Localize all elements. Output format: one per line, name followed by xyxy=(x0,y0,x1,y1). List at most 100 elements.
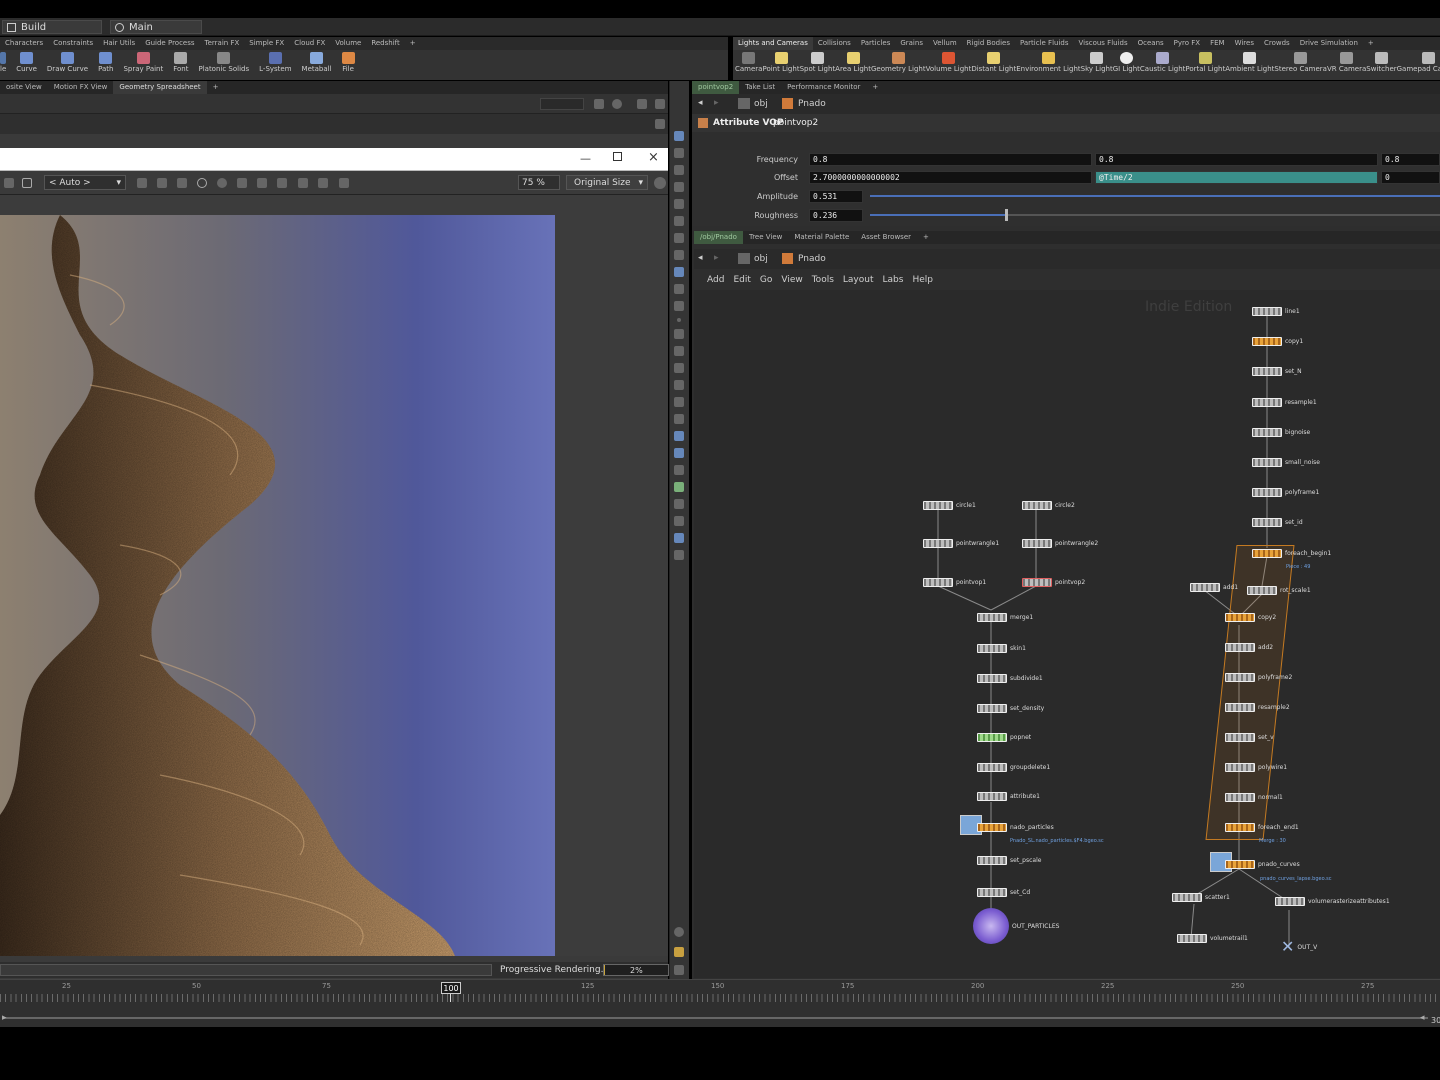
menu-view[interactable]: View xyxy=(781,275,802,285)
tool-icon[interactable] xyxy=(674,284,684,294)
node-rot-scale1[interactable]: rot_scale1 xyxy=(1247,585,1311,595)
pane-dropdown[interactable] xyxy=(540,98,584,110)
node-nado-particles[interactable]: nado_particles xyxy=(977,822,1054,832)
tab-geometry-spreadsheet[interactable]: Geometry Spreadsheet xyxy=(113,81,207,94)
tool-button[interactable]: Stereo Camera xyxy=(1274,50,1327,73)
offset-z-field[interactable]: 0 xyxy=(1381,171,1440,184)
tool-button[interactable]: Switcher xyxy=(1366,50,1397,73)
shelf-tab[interactable]: Collisions xyxy=(813,37,856,50)
node-resample1[interactable]: resample1 xyxy=(1252,397,1317,407)
tool-button[interactable]: Platonic Solids xyxy=(198,50,249,73)
path-root[interactable]: obj xyxy=(754,254,768,264)
shelf-tab[interactable]: Crowds xyxy=(1259,37,1295,50)
node-set-pscale[interactable]: set_pscale xyxy=(977,855,1041,865)
node-polywire1[interactable]: polywire1 xyxy=(1225,762,1287,772)
shelf-tab[interactable]: Oceans xyxy=(1133,37,1169,50)
tool-icon[interactable] xyxy=(674,465,684,475)
size-selector[interactable]: Original Size ▾ xyxy=(566,175,648,190)
tool-button[interactable]: Portal Light xyxy=(1185,50,1225,73)
maximize-icon[interactable] xyxy=(655,99,665,109)
tool-icon[interactable] xyxy=(674,516,684,526)
tool-icon[interactable] xyxy=(674,482,684,492)
node-volumerasterizeattributes1[interactable]: volumerasterizeattributes1 xyxy=(1275,896,1390,906)
light-tool-icon[interactable] xyxy=(674,250,684,260)
frequency-x-field[interactable]: 0.8 xyxy=(809,153,1092,166)
node-name-field[interactable]: pointvop2 xyxy=(773,118,818,128)
tool-button[interactable]: File xyxy=(341,50,355,73)
tool-button[interactable]: Volume Light xyxy=(926,50,971,73)
node-set-id[interactable]: set_id xyxy=(1252,517,1303,527)
network-editor[interactable]: Indie Edition line1 copy1 set_N resample… xyxy=(694,290,1440,978)
tab-take-list[interactable]: Take List xyxy=(739,81,781,94)
tool-button[interactable]: le xyxy=(0,50,6,73)
node-attribute1[interactable]: attribute1 xyxy=(977,791,1040,801)
node-resample2[interactable]: resample2 xyxy=(1225,702,1290,712)
node-pnado-curves[interactable]: pnado_curves xyxy=(1225,859,1300,869)
tool-button[interactable]: VR Camera xyxy=(1327,50,1366,73)
node-pointwrangle1[interactable]: pointwrangle1 xyxy=(923,538,999,548)
shelf-tab[interactable]: Volume xyxy=(330,37,366,50)
node-skin1[interactable]: skin1 xyxy=(977,643,1026,653)
shelf-tab[interactable]: Vellum xyxy=(928,37,962,50)
tool-button[interactable]: Environment Light xyxy=(1016,50,1081,73)
tool-button[interactable]: Gamepad Camera xyxy=(1397,50,1440,73)
amplitude-field[interactable]: 0.531 xyxy=(809,190,863,203)
node-volumetrail1[interactable]: volumetrail1 xyxy=(1177,933,1248,943)
add-snapshot-icon[interactable] xyxy=(318,178,328,188)
minimize-icon[interactable]: — xyxy=(580,152,591,165)
tool-button[interactable]: Point Light xyxy=(762,50,800,73)
add-shelf-tab-button[interactable]: + xyxy=(1363,37,1379,50)
tool-button[interactable]: Sky Light xyxy=(1081,50,1113,73)
options-icon[interactable] xyxy=(655,119,665,129)
tool-icon[interactable] xyxy=(674,380,684,390)
shelf-tab[interactable]: Cloud FX xyxy=(289,37,330,50)
tool-button[interactable]: Font xyxy=(173,50,188,73)
info-icon[interactable] xyxy=(674,927,684,937)
light-tool-icon[interactable] xyxy=(674,233,684,243)
menu-help[interactable]: Help xyxy=(912,275,933,285)
tab-motion-fx-view[interactable]: Motion FX View xyxy=(48,81,114,94)
playhead[interactable] xyxy=(450,994,451,1002)
tab-composite-view[interactable]: osite View xyxy=(0,81,48,94)
node-out-particles[interactable]: OUT_PARTICLES xyxy=(973,908,1059,944)
frequency-z-field[interactable]: 0.8 xyxy=(1381,153,1440,166)
tool-button[interactable]: Ambient Light xyxy=(1225,50,1274,73)
node-small-noise[interactable]: small_noise xyxy=(1252,457,1320,467)
offset-y-expression-field[interactable]: @Time/2 xyxy=(1095,171,1378,184)
snapshot-icon[interactable] xyxy=(298,178,308,188)
tool-button[interactable]: Draw Curve xyxy=(47,50,88,73)
camera-tool-icon[interactable] xyxy=(674,182,684,192)
node-add1[interactable]: add1 xyxy=(1190,582,1238,592)
brush-icon[interactable] xyxy=(277,178,287,188)
shelf-tab[interactable]: Lights and Cameras xyxy=(733,37,813,50)
amplitude-slider[interactable] xyxy=(870,195,1440,197)
offset-x-field[interactable]: 2.7000000000000002 xyxy=(809,171,1092,184)
question-icon[interactable] xyxy=(674,131,684,141)
shelf-tab[interactable]: Characters xyxy=(0,37,48,50)
shelf-tab[interactable]: Constraints xyxy=(48,37,98,50)
lock-icon[interactable] xyxy=(137,178,147,188)
tool-button[interactable]: Camera xyxy=(735,50,762,73)
path-root[interactable]: obj xyxy=(754,99,768,109)
tab-performance-monitor[interactable]: Performance Monitor xyxy=(781,81,866,94)
add-pane-tab-button[interactable]: + xyxy=(866,81,884,94)
roughness-slider-handle[interactable] xyxy=(1004,209,1008,221)
pen-icon[interactable] xyxy=(674,346,684,356)
target-icon[interactable] xyxy=(217,178,227,188)
menu-add[interactable]: Add xyxy=(707,275,724,285)
tool-icon[interactable] xyxy=(674,533,684,543)
camera-active-icon[interactable] xyxy=(674,267,684,277)
shelf-tab[interactable]: FEM xyxy=(1205,37,1230,50)
frame-icon[interactable] xyxy=(257,178,267,188)
tool-button[interactable]: L-System xyxy=(259,50,292,73)
snowflake-icon[interactable] xyxy=(177,178,187,188)
range-start-handle[interactable]: ▸ xyxy=(2,1013,7,1023)
shelf-tab[interactable]: Hair Utils xyxy=(98,37,140,50)
tool-active-icon[interactable] xyxy=(674,431,684,441)
tab-pointvop2[interactable]: pointvop2 xyxy=(692,81,740,94)
node-add2[interactable]: add2 xyxy=(1225,642,1273,652)
node-bignoise[interactable]: bignoise xyxy=(1252,427,1310,437)
point-icon[interactable] xyxy=(677,318,681,322)
shelf-tab[interactable]: Grains xyxy=(895,37,928,50)
menu-tools[interactable]: Tools xyxy=(812,275,834,285)
